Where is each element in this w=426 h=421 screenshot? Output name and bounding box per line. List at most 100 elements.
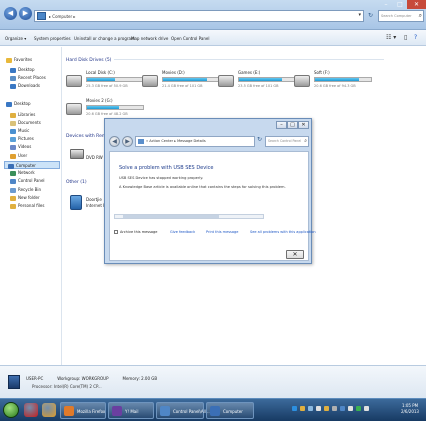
help-icon[interactable]: ? (414, 34, 417, 41)
start-button[interactable] (3, 402, 19, 418)
taskbar-button-label: Computer (223, 409, 243, 414)
address-dropdown-icon[interactable]: ▾ (358, 12, 361, 18)
nav-item-videos[interactable]: Videos (10, 143, 31, 151)
taskbar-app-icon (112, 406, 122, 416)
nav-item-recent-places[interactable]: Recent Places (10, 74, 46, 82)
nav-item-pictures[interactable]: Pictures (10, 135, 34, 143)
give-feedback-link[interactable]: Give feedback (170, 230, 195, 234)
dialog-body: Solve a problem with USB SES Device USB … (109, 151, 316, 261)
close-button[interactable]: ✕ (407, 0, 426, 9)
tray-icon[interactable] (292, 406, 297, 411)
other-group-header[interactable]: Other (1) (66, 180, 87, 185)
maximize-button[interactable]: □ (393, 0, 407, 9)
drive-item[interactable]: Movies 2 (G:) 20.6 GB free of 48.2 GB (66, 98, 146, 120)
dialog-refresh-button[interactable]: ↻ (257, 136, 262, 143)
dialog-search-input[interactable]: Search Control Panel ⌕ (265, 136, 309, 147)
refresh-button[interactable]: ↻ (366, 10, 375, 22)
nav-item-downloads[interactable]: Downloads (10, 82, 40, 90)
checkbox-icon[interactable] (114, 230, 118, 234)
uninstall-program-button[interactable]: Uninstall or change a program (74, 36, 135, 41)
drive-item[interactable]: Movies (D:) 21.4 GB free of 101 GB (142, 70, 222, 92)
taskbar-button-control-panel-all[interactable]: Control Panel\All... (156, 402, 210, 419)
scrollbar-thumb[interactable] (123, 215, 219, 218)
dialog-breadcrumb[interactable]: « Action Center ▸ Message Details (135, 136, 255, 147)
clock-date: 2/6/2013 (401, 409, 419, 414)
nav-item-new-folder[interactable]: New folder (10, 194, 40, 202)
print-message-link[interactable]: Print this message (206, 230, 238, 234)
nav-item-label: Music (18, 128, 30, 133)
drive-name: Local Disk (C:) (86, 70, 115, 75)
nav-item-icon (6, 101, 12, 107)
nav-item-personal-files[interactable]: Personal files (10, 202, 44, 210)
taskbar-button-y-mail[interactable]: Y! Mail (108, 402, 154, 419)
nav-item-label: Pictures (18, 136, 34, 141)
nav-item-desktop[interactable]: Desktop (6, 100, 31, 108)
tray-icon[interactable] (364, 406, 369, 411)
organize-button[interactable]: Organize ▾ (5, 36, 26, 41)
breadcrumb[interactable]: ▸ Computer ▸ (49, 14, 75, 19)
taskbar-app-icon (64, 406, 74, 416)
system-properties-button[interactable]: System properties (34, 36, 71, 41)
tray-icon[interactable] (316, 406, 321, 411)
opera-icon[interactable] (24, 403, 38, 417)
network-location-icon[interactable] (70, 195, 82, 210)
dialog-minimize-button[interactable]: – (276, 121, 287, 129)
nav-item-computer[interactable]: Computer (4, 161, 60, 169)
forward-button[interactable]: ▶ (19, 7, 32, 20)
drive-item[interactable]: Soft (F:) 20.6 GB free of 94.3 GB (294, 70, 374, 92)
tray-icon[interactable] (308, 406, 313, 411)
dvd-drive-icon[interactable] (70, 149, 84, 159)
taskbar: 1:05 PM 2/6/2013 Mozilla Firefox Y! Mail C… (0, 398, 426, 421)
open-control-panel-button[interactable]: Open Control Panel (171, 36, 209, 41)
taskbar-button-mozilla-firefox[interactable]: Mozilla Firefox (60, 402, 106, 419)
tray-icon[interactable] (300, 406, 305, 411)
minimize-button[interactable]: – (379, 0, 393, 9)
preview-pane-icon[interactable]: ▯ (404, 34, 407, 41)
system-tray (292, 406, 372, 415)
nav-item-control-panel[interactable]: Control Panel (10, 177, 45, 185)
nav-item-user[interactable]: User (10, 152, 27, 160)
dialog-maximize-button[interactable]: □ (287, 121, 298, 129)
messenger-icon[interactable] (42, 403, 56, 417)
nav-item-network[interactable]: Network (10, 169, 35, 177)
drive-item[interactable]: Local Disk (C:) 25.3 GB free of 50.9 GB (66, 70, 146, 92)
drive-name: Movies 2 (G:) (86, 98, 113, 103)
nav-item-music[interactable]: Music (10, 127, 29, 135)
address-field[interactable]: ▸ Computer ▸ ▾ (34, 10, 364, 22)
dialog-close-button[interactable]: ✕ (298, 121, 309, 129)
horizontal-scrollbar[interactable] (114, 214, 264, 219)
search-input[interactable]: Search Computer ⌕ (378, 10, 424, 22)
drive-usage-fill (239, 78, 282, 81)
nav-item-icon (8, 163, 14, 169)
search-icon[interactable]: ⌕ (419, 12, 422, 20)
clock[interactable]: 1:05 PM 2/6/2013 (396, 403, 424, 415)
details-pane: USER-PC Workgroup: WORKGROUP Memory: 2.00 … (0, 365, 426, 398)
taskbar-button-computer[interactable]: Computer (206, 402, 254, 419)
nav-item-label: Desktop (14, 101, 31, 106)
dialog-close-x-button[interactable]: ✕ (286, 250, 304, 259)
map-network-drive-button[interactable]: Map network drive (131, 36, 168, 41)
nav-item-label: User (18, 153, 28, 158)
see-all-problems-link[interactable]: See all problems with this application (250, 230, 316, 234)
back-button[interactable]: ◀ (4, 7, 17, 20)
nav-item-libraries[interactable]: Libraries (10, 111, 35, 119)
nav-item-icon (10, 178, 16, 184)
nav-item-favorites[interactable]: Favorites (6, 56, 32, 64)
address-bar: ◀ ▶ ▸ Computer ▸ ▾ ↻ Search Computer ⌕ –… (0, 0, 426, 30)
knowledge-base-text: A Knowledge Base article is available on… (119, 185, 286, 189)
archive-checkbox[interactable]: Archive this message (114, 230, 157, 234)
hdd-group-header[interactable]: Hard Disk Drives (5) (66, 58, 385, 63)
nav-item-desktop[interactable]: Desktop (10, 66, 35, 74)
tray-icon[interactable] (356, 406, 361, 411)
dialog-back-button[interactable]: ◀ (109, 136, 120, 147)
tray-icon[interactable] (340, 406, 345, 411)
nav-item-documents[interactable]: Documents (10, 119, 41, 127)
tray-icon[interactable] (332, 406, 337, 411)
dialog-search-icon[interactable]: ⌕ (304, 137, 307, 146)
tray-icon[interactable] (324, 406, 329, 411)
tray-icon[interactable] (348, 406, 353, 411)
view-options-icon[interactable]: ☷ ▾ (386, 34, 396, 41)
nav-item-recycle-bin[interactable]: Recycle Bin (10, 186, 41, 194)
dialog-forward-button[interactable]: ▶ (122, 136, 133, 147)
drive-item[interactable]: Games (E:) 23.5 GB free of 101 GB (218, 70, 298, 92)
